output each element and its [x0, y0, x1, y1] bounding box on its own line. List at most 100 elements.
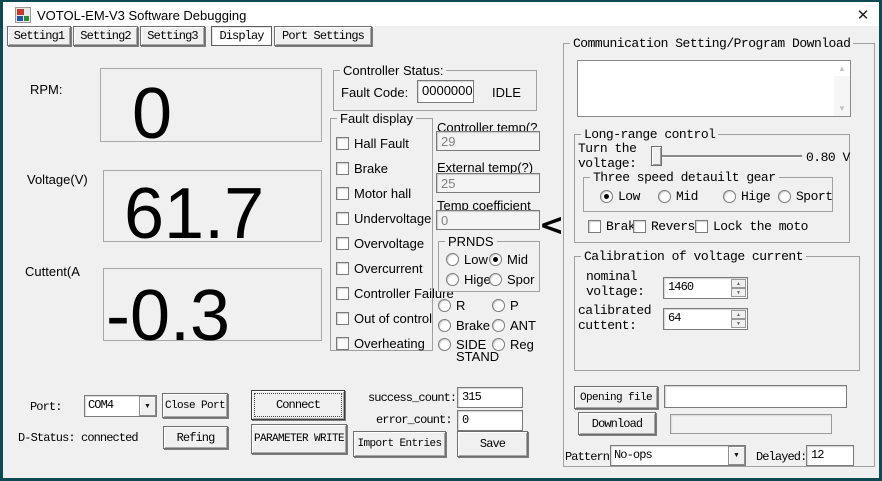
voltage-label: Voltage(V) — [27, 172, 88, 187]
refing-button[interactable]: Refing — [163, 426, 228, 449]
reverse-checkbox[interactable] — [633, 220, 646, 233]
controller-temp-input: 29 — [436, 131, 540, 151]
chevron-left-icon: < — [539, 211, 564, 241]
fault-item-overheating: Overheating — [336, 336, 425, 351]
temp-coefficient-input: 0 — [436, 210, 540, 230]
port-select[interactable]: COM4 ▼ — [84, 395, 157, 417]
scroll-down-icon[interactable]: ▼ — [834, 101, 850, 116]
tab-setting2[interactable]: Setting2 — [73, 26, 138, 46]
speed-sport-radio[interactable] — [778, 190, 791, 203]
comm-log-scrollbar[interactable]: ▲ ▼ — [834, 61, 850, 116]
brake-radio[interactable] — [438, 319, 451, 332]
nominal-voltage-label: nominal voltage: — [586, 269, 666, 299]
nominal-voltage-value[interactable]: 1460 — [668, 280, 693, 294]
fault-item-label: Brake — [354, 161, 388, 176]
nominal-voltage-stepper[interactable]: 1460 ▲▼ — [663, 277, 748, 299]
spin-down-icon[interactable]: ▼ — [731, 288, 746, 297]
lock-motor-checkbox[interactable] — [695, 220, 708, 233]
success-count-input[interactable]: 315 — [457, 387, 523, 408]
tab-setting1[interactable]: Setting1 — [7, 26, 71, 46]
import-entries-button[interactable]: Import Entries — [353, 431, 446, 457]
lock-motor-option: Lock the moto — [695, 219, 808, 234]
fault-code-input[interactable]: 00000000 — [417, 80, 474, 103]
scroll-up-icon[interactable]: ▲ — [834, 61, 850, 76]
spin-up-icon[interactable]: ▲ — [731, 279, 746, 288]
speed-hige-radio[interactable] — [723, 190, 736, 203]
comm-title: Communication Setting/Program Download — [570, 36, 853, 51]
spin-down-icon[interactable]: ▼ — [731, 319, 746, 328]
comm-log[interactable] — [577, 60, 851, 117]
error-count-label: error_count: — [376, 413, 452, 427]
undervoltage-checkbox[interactable] — [336, 212, 349, 225]
three-speed-sport: Sport — [778, 189, 833, 204]
app-window: VOTOL-EM-V3 Software Debugging ✕ Setting… — [0, 0, 882, 481]
opening-file-input[interactable] — [664, 385, 847, 408]
controller-state-text: IDLE — [492, 85, 521, 100]
radio-label: R — [456, 298, 465, 313]
overcurrent-checkbox[interactable] — [336, 262, 349, 275]
speed-mid-radio[interactable] — [658, 190, 671, 203]
prnds-hige-radio[interactable] — [446, 273, 459, 286]
error-count-input[interactable]: 0 — [457, 410, 523, 431]
prnds-mid-radio[interactable] — [489, 253, 502, 266]
overvoltage-checkbox[interactable] — [336, 237, 349, 250]
overheating-checkbox[interactable] — [336, 337, 349, 350]
parameter-write-button[interactable]: PARAMETER WRITE — [251, 424, 347, 454]
calibrated-current-stepper[interactable]: 64 ▲▼ — [663, 308, 748, 330]
out-of-control-checkbox[interactable] — [336, 312, 349, 325]
state-option-p: P — [492, 298, 519, 313]
p-radio[interactable] — [492, 299, 505, 312]
fault-item-out-of-control: Out of control — [336, 311, 432, 326]
hall-fault-checkbox[interactable] — [336, 137, 349, 150]
calibrated-current-label: calibrated cuttent: — [578, 303, 663, 333]
motor-hall-checkbox[interactable] — [336, 187, 349, 200]
prnds-title: PRNDS — [445, 234, 497, 249]
fault-item-label: Overcurrent — [354, 261, 423, 276]
controller-failure-checkbox[interactable] — [336, 287, 349, 300]
voltage-slider-value: 0.80 V — [806, 150, 850, 165]
r-radio[interactable] — [438, 299, 451, 312]
side-stand-radio[interactable] — [438, 338, 451, 351]
current-label: Cuttent(A — [25, 264, 80, 279]
state-option-r: R — [438, 298, 465, 313]
spin-up-icon[interactable]: ▲ — [731, 310, 746, 319]
app-icon — [15, 7, 31, 23]
window-title: VOTOL-EM-V3 Software Debugging — [37, 8, 246, 23]
download-button[interactable]: Download — [578, 412, 656, 435]
chevron-down-icon[interactable]: ▼ — [728, 446, 745, 465]
three-speed-title: Three speed detauilt gear — [590, 170, 779, 185]
fault-item-brake: Brake — [336, 161, 388, 176]
prnds-option-spor: Spor — [489, 272, 534, 287]
checkbox-label: Revers — [651, 219, 695, 234]
pattern-label: Pattern: — [565, 450, 615, 464]
fault-item-label: Overheating — [354, 336, 425, 351]
rpm-value: 0 — [132, 82, 172, 146]
speed-low-radio[interactable] — [600, 190, 613, 203]
fault-item-overcurrent: Overcurrent — [336, 261, 423, 276]
close-port-button[interactable]: Close Port — [162, 393, 228, 418]
pattern-select[interactable]: No-ops ▼ — [610, 445, 746, 466]
close-icon[interactable]: ✕ — [853, 6, 873, 24]
connect-button[interactable]: Connect — [251, 390, 345, 420]
turn-voltage-label: Turn the voltage: — [578, 141, 648, 171]
voltage-slider-handle[interactable] — [651, 146, 662, 166]
voltage-slider-track[interactable] — [652, 155, 802, 157]
fault-item-label: Undervoltage — [354, 211, 431, 226]
radio-label: Low — [464, 252, 488, 267]
tab-port-settings[interactable]: Port Settings — [274, 26, 372, 46]
prnds-low-radio[interactable] — [446, 253, 459, 266]
tab-display[interactable]: Display — [211, 26, 272, 46]
calibrated-current-value[interactable]: 64 — [668, 311, 681, 325]
radio-label: P — [510, 298, 519, 313]
prnds-sport-radio[interactable] — [489, 273, 502, 286]
ant-radio[interactable] — [492, 319, 505, 332]
radio-label: ANT — [510, 318, 536, 333]
brake-fault-checkbox[interactable] — [336, 162, 349, 175]
opening-file-button[interactable]: Opening file — [574, 386, 658, 409]
chevron-down-icon[interactable]: ▼ — [139, 396, 156, 416]
fault-item-label: Hall Fault — [354, 136, 409, 151]
save-button[interactable]: Save — [457, 431, 528, 457]
brake-checkbox[interactable] — [588, 220, 601, 233]
tab-setting3[interactable]: Setting3 — [140, 26, 205, 46]
delayed-input[interactable]: 12 — [806, 445, 854, 466]
